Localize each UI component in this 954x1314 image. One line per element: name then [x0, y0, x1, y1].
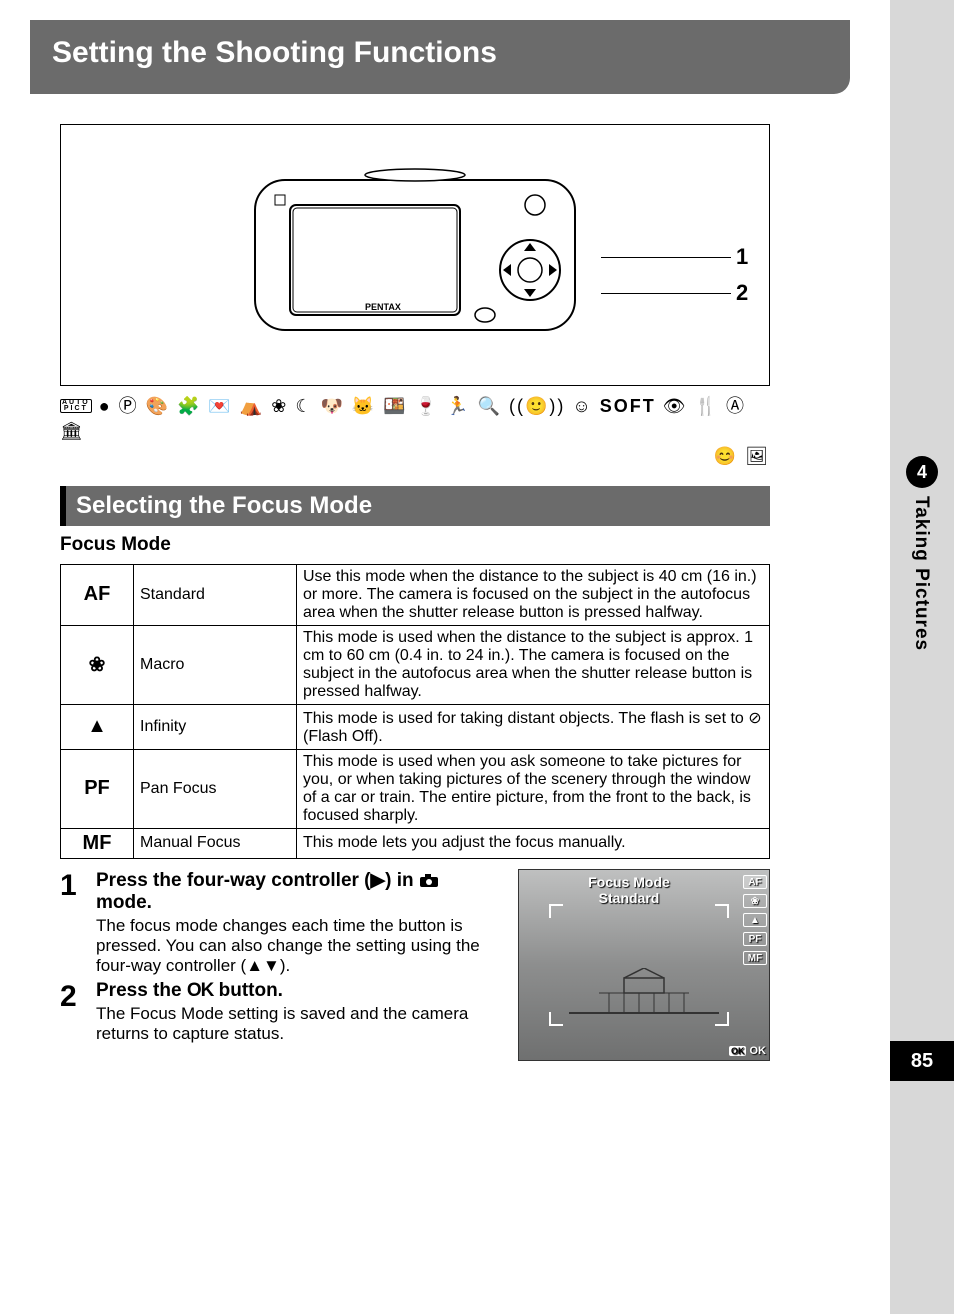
step-2: 2 Press the OK button. The Focus Mode se…: [60, 980, 500, 1044]
table-row: MF Manual Focus This mode lets you adjus…: [61, 828, 770, 858]
camera-mode-icon: [419, 874, 439, 888]
focus-sym: PF: [61, 749, 134, 828]
mode-icons-line2: 😊 🖼: [60, 444, 770, 469]
mode-icon-row: AUTOPICT ● Ⓟ 🎨 🧩 💌 ⛺ ❀ ☾ 🐶 🐱 🍱 🍷 🏃 🔍 ((🙂…: [60, 394, 770, 470]
page-number: 85: [890, 1041, 954, 1081]
mode-icons: ● Ⓟ 🎨 🧩 💌 ⛺ ❀ ☾ 🐶 🐱 🍱 🍷 🏃 🔍 ((🙂)) ☺: [99, 396, 593, 416]
focus-bracket-icon: [715, 904, 729, 918]
focus-desc: This mode is used when you ask someone t…: [297, 749, 770, 828]
lcd-menu-item: AF: [743, 875, 767, 889]
step-number: 1: [60, 869, 80, 976]
chapter-heading-text: Setting the Shooting Functions: [52, 36, 828, 70]
focus-sym: ▲: [61, 704, 134, 749]
ok-button-label: OK: [187, 980, 214, 1001]
focus-name: Standard: [134, 564, 297, 625]
step-title: Press the OK button.: [96, 980, 500, 1002]
chapter-number-badge: 4: [906, 456, 938, 488]
diagram-callout-1: 1: [736, 244, 748, 270]
focus-sym: ❀: [61, 625, 134, 704]
table-title: Focus Mode: [60, 534, 770, 556]
lcd-preview: Focus ModeStandard AF ❀ ▲ PF MF OK OK: [518, 869, 770, 1061]
diagram-callout-2: 2: [736, 280, 748, 306]
lcd-ok-hint: OK OK: [729, 1045, 766, 1057]
side-tab: 4 Taking Pictures: [890, 0, 954, 1314]
section-heading-bar: Selecting the Focus Mode: [60, 486, 770, 526]
soft-label: SOFT: [600, 396, 656, 416]
focus-sym: AF: [61, 564, 134, 625]
lcd-menu-item: ❀: [743, 894, 767, 908]
table-row: AF Standard Use this mode when the dista…: [61, 564, 770, 625]
focus-desc: This mode is used for taking distant obj…: [297, 704, 770, 749]
step-body-text: The Focus Mode setting is saved and the …: [96, 1004, 500, 1044]
step-number: 2: [60, 980, 80, 1044]
focus-desc: Use this mode when the distance to the s…: [297, 564, 770, 625]
focus-desc: This mode lets you adjust the focus manu…: [297, 828, 770, 858]
chapter-title-vertical: Taking Pictures: [910, 496, 932, 651]
camera-outline-svg: PENTAX: [235, 160, 595, 350]
lcd-menu-item: MF: [743, 951, 767, 965]
camera-diagram: PENTAX 1 2: [60, 124, 770, 386]
focus-name: Macro: [134, 625, 297, 704]
step-1: 1 Press the four-way controller (▶) in m…: [60, 869, 500, 976]
focus-mode-table: AF Standard Use this mode when the dista…: [60, 564, 770, 859]
focus-bracket-icon: [549, 1012, 563, 1026]
focus-name: Infinity: [134, 704, 297, 749]
focus-sym: MF: [61, 828, 134, 858]
table-row: PF Pan Focus This mode is used when you …: [61, 749, 770, 828]
step-body-text: The focus mode changes each time the but…: [96, 916, 500, 976]
ok-box-icon: OK: [729, 1046, 747, 1056]
focus-name: Pan Focus: [134, 749, 297, 828]
table-row: ❀ Macro This mode is used when the dista…: [61, 625, 770, 704]
focus-desc: This mode is used when the distance to t…: [297, 625, 770, 704]
step-title: Press the four-way controller (▶) in mod…: [96, 869, 500, 914]
chapter-heading-bar: Setting the Shooting Functions: [30, 20, 850, 94]
lcd-menu-item: PF: [743, 932, 767, 946]
focus-name: Manual Focus: [134, 828, 297, 858]
lcd-scene-icon: [569, 968, 719, 1018]
lcd-side-menu: AF ❀ ▲ PF MF: [743, 875, 767, 970]
table-row: ▲ Infinity This mode is used for taking …: [61, 704, 770, 749]
lcd-title: Focus ModeStandard: [519, 874, 739, 906]
camera-brand-text: PENTAX: [365, 302, 401, 312]
lcd-menu-item: ▲: [743, 913, 767, 927]
focus-bracket-icon: [549, 904, 563, 918]
auto-pict-icon: AUTOPICT: [60, 399, 92, 414]
